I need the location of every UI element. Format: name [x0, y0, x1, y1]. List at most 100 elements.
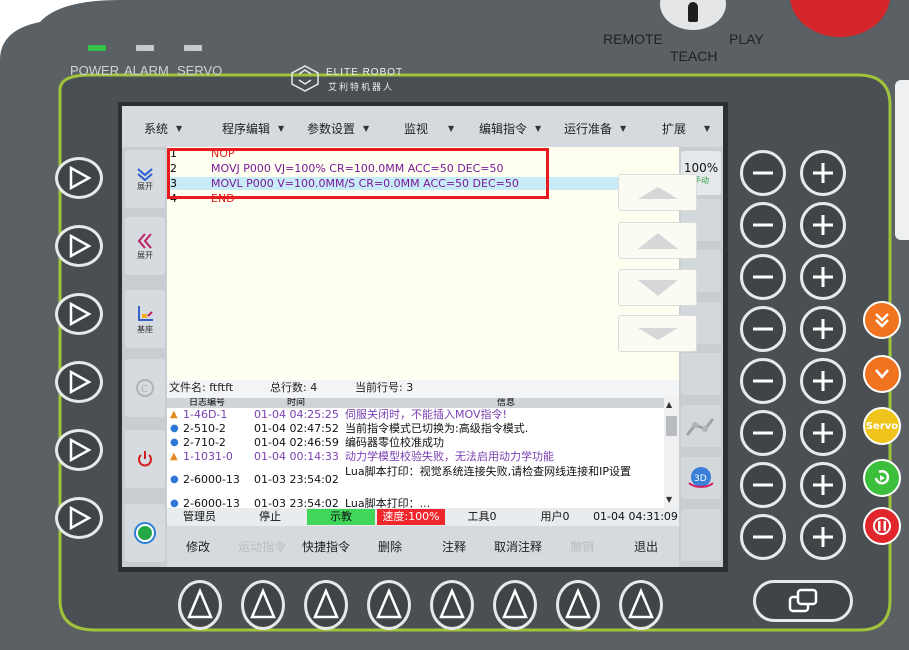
expand-button-2[interactable]: 展开	[125, 217, 165, 275]
double-down-icon	[637, 327, 678, 340]
rotate-lock-icon: C	[136, 379, 154, 397]
motion-command-button[interactable]: 运动指令	[231, 530, 293, 564]
right-button-6[interactable]	[681, 405, 721, 447]
quick-command-button[interactable]: 快捷指令	[295, 530, 357, 564]
bottom-key-8[interactable]	[619, 580, 663, 630]
right-button-5[interactable]	[681, 353, 721, 395]
plus-icon	[813, 527, 833, 547]
highlight-box	[167, 148, 549, 199]
tab-program-edit[interactable]: 程序编辑 ▼	[222, 116, 284, 140]
scroll-up-icon[interactable]: ▲	[666, 400, 672, 409]
record-button[interactable]	[125, 504, 165, 562]
jog-minus-key-2[interactable]	[740, 202, 786, 248]
left-toolbar: 展开 展开 基座 C	[122, 147, 167, 567]
jog-minus-key-8[interactable]	[740, 514, 786, 560]
side-key-3[interactable]	[55, 293, 103, 335]
scroll-thumb[interactable]	[666, 416, 677, 436]
speed-up-key[interactable]	[863, 301, 901, 339]
jog-plus-key-3[interactable]	[800, 254, 846, 300]
servo-key[interactable]: Servo	[863, 407, 901, 445]
tab-monitor[interactable]: 监视 ▼	[404, 116, 454, 140]
side-key-6[interactable]	[55, 497, 103, 539]
bottom-key-6[interactable]	[493, 580, 537, 630]
side-key-5[interactable]	[55, 429, 103, 471]
bottom-key-1[interactable]	[178, 580, 222, 630]
bottom-key-5[interactable]	[430, 580, 474, 630]
bottom-key-3[interactable]	[304, 580, 348, 630]
status-run-state: 停止	[259, 510, 281, 523]
jog-minus-key-6[interactable]	[740, 410, 786, 456]
servo-power-button[interactable]	[125, 430, 165, 488]
jog-plus-key-1[interactable]	[800, 150, 846, 196]
minus-icon	[753, 223, 773, 227]
jog-plus-key-6[interactable]	[800, 410, 846, 456]
delete-button[interactable]: 删除	[359, 530, 421, 564]
tab-label: 监视	[404, 121, 429, 136]
comment-button[interactable]: 注释	[423, 530, 485, 564]
tab-run-prep[interactable]: 运行准备 ▼	[564, 116, 626, 140]
status-user-frame[interactable]: 用户0	[520, 509, 590, 525]
jog-plus-key-4[interactable]	[800, 306, 846, 352]
jog-minus-key-4[interactable]	[740, 306, 786, 352]
view-3d-button[interactable]: 3D	[681, 457, 721, 499]
lock-button[interactable]: C	[125, 359, 165, 417]
bottom-key-4[interactable]	[367, 580, 411, 630]
page-down-button[interactable]	[618, 315, 697, 352]
log-row[interactable]: ● 2-6000-13 01-03 23:54:02 Lua脚本打印：视觉系统连…	[167, 465, 664, 495]
jog-plus-key-7[interactable]	[800, 462, 846, 508]
uncomment-button[interactable]: 取消注释	[487, 530, 549, 564]
log-row[interactable]: ▲ 1-46D-1 01-04 04:25:25 伺服关闭时，不能插入MOV指令…	[167, 408, 664, 421]
jog-minus-key-7[interactable]	[740, 462, 786, 508]
side-key-1[interactable]	[55, 157, 103, 199]
start-key[interactable]	[863, 459, 901, 497]
tab-system[interactable]: 系统 ▼	[144, 116, 182, 140]
log-msg: 动力学模型校验失败，无法启用动力学功能	[345, 450, 554, 463]
page-up-button[interactable]	[618, 174, 697, 211]
status-tool[interactable]: 工具0	[447, 509, 517, 525]
tab-edit-command[interactable]: 编辑指令 ▼	[479, 116, 541, 140]
scroll-down-icon[interactable]: ▼	[666, 495, 672, 504]
jog-minus-key-5[interactable]	[740, 358, 786, 404]
window-switch-key[interactable]	[753, 580, 853, 622]
speed-value: 100%	[683, 160, 719, 175]
side-key-4[interactable]	[55, 361, 103, 403]
brand-cn: 艾利特机器人	[328, 82, 395, 92]
jog-minus-key-1[interactable]	[740, 150, 786, 196]
log-panel[interactable]: 日志编号 时间 信息 ▲ 1-46D-1 01-04 04:25:25 伺服关闭…	[167, 398, 679, 509]
jog-plus-key-5[interactable]	[800, 358, 846, 404]
tab-label: 参数设置	[307, 121, 356, 136]
log-row[interactable]: ● 2-510-2 01-04 02:47:52 当前指令模式已切换为:高级指令…	[167, 422, 664, 435]
tab-label: 扩展	[662, 121, 687, 136]
side-key-2[interactable]	[55, 225, 103, 267]
minus-icon	[753, 431, 773, 435]
modify-button[interactable]: 修改	[167, 530, 229, 564]
jog-plus-key-2[interactable]	[800, 202, 846, 248]
status-speed[interactable]: 速度:100%	[377, 509, 445, 525]
plus-icon	[813, 371, 833, 391]
tab-extend[interactable]: 扩展 ▼	[662, 116, 710, 140]
line-down-button[interactable]	[618, 269, 697, 306]
status-user[interactable]: 管理员	[167, 509, 232, 525]
line-up-button[interactable]	[618, 222, 697, 259]
log-time: 01-04 00:14:33	[254, 450, 339, 463]
log-time: 01-04 04:25:25	[254, 408, 339, 421]
bottom-key-7[interactable]	[556, 580, 600, 630]
log-row[interactable]: ▲ 1-1031-0 01-04 00:14:33 动力学模型校验失败，无法启用…	[167, 450, 664, 463]
coordinate-base-button[interactable]: 基座	[125, 290, 165, 348]
undo-button[interactable]: 撤销	[551, 530, 613, 564]
jog-plus-key-8[interactable]	[800, 514, 846, 560]
log-row[interactable]: ● 2-710-2 01-04 02:46:59 编码器零位校准成功	[167, 436, 664, 449]
jog-minus-key-3[interactable]	[740, 254, 786, 300]
expand-label: 展开	[137, 181, 153, 191]
speed-down-key[interactable]	[863, 355, 901, 393]
pause-key[interactable]	[863, 507, 901, 545]
status-mode: 示教	[307, 509, 375, 525]
right-button-8[interactable]	[681, 509, 721, 561]
bottom-key-2[interactable]	[241, 580, 285, 630]
play-label: PLAY	[729, 31, 764, 47]
exit-button[interactable]: 退出	[615, 530, 677, 564]
expand-button-1[interactable]: 展开	[125, 150, 165, 208]
tab-parameters[interactable]: 参数设置 ▼	[307, 116, 369, 140]
tab-label: 程序编辑	[222, 121, 271, 136]
log-scrollbar[interactable]: ▲ ▼	[664, 398, 679, 509]
